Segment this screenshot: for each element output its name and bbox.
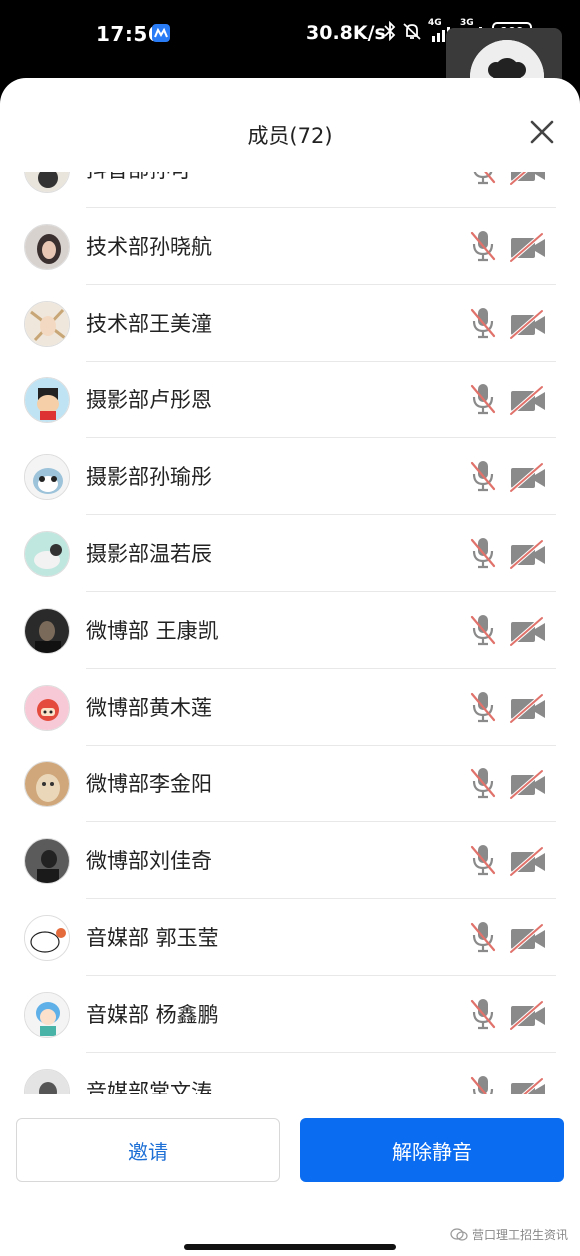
member-name: 微博部刘佳奇 — [86, 849, 212, 874]
member-row[interactable]: 音媒部常文涛 — [0, 1054, 580, 1094]
avatar — [24, 1068, 70, 1094]
camera-off-icon[interactable] — [508, 461, 548, 493]
avatar — [24, 838, 70, 885]
camera-off-icon[interactable] — [508, 384, 548, 416]
mic-muted-icon[interactable] — [468, 172, 498, 186]
invite-button[interactable]: 邀请 — [16, 1118, 280, 1182]
member-name: 微博部黄木莲 — [86, 695, 212, 720]
member-name: 抖音部孙可 — [86, 172, 191, 184]
member-row[interactable]: 摄影部卢彤恩 — [0, 362, 580, 439]
member-row[interactable]: 音媒部 杨鑫鹏 — [0, 977, 580, 1053]
camera-off-icon[interactable] — [508, 308, 548, 340]
meeting-app-icon — [152, 24, 170, 42]
member-name: 技术部王美潼 — [86, 311, 212, 336]
home-indicator[interactable] — [184, 1244, 396, 1250]
member-row[interactable]: 摄影部孙瑜彤 — [0, 439, 580, 516]
mic-muted-icon[interactable] — [468, 536, 498, 570]
avatar — [24, 223, 70, 270]
mic-muted-icon[interactable] — [468, 690, 498, 724]
member-row[interactable]: 音媒部 郭玉莹 — [0, 900, 580, 976]
sheet-title: 成员(72) — [247, 124, 333, 148]
mic-muted-icon[interactable] — [468, 997, 498, 1031]
wechat-icon — [450, 1227, 468, 1241]
watermark: 营口理工招生资讯 — [450, 1226, 568, 1243]
member-name: 微博部李金阳 — [86, 772, 212, 797]
member-row[interactable]: 技术部王美潼 — [0, 286, 580, 362]
network-speed: 30.8K/s — [306, 22, 386, 44]
bottom-bar: 邀请 解除静音 营口理工招生资讯 — [0, 1094, 580, 1256]
mic-muted-icon[interactable] — [468, 306, 498, 340]
member-row[interactable]: 摄影部温若辰 — [0, 516, 580, 592]
avatar — [24, 607, 70, 654]
camera-off-icon[interactable] — [508, 1076, 548, 1094]
avatar — [24, 454, 70, 501]
mic-muted-icon[interactable] — [468, 613, 498, 647]
close-icon — [530, 120, 554, 144]
member-name: 微博部 王康凯 — [86, 618, 219, 643]
member-list[interactable]: 抖音部孙可技术部孙晓航技术部王美潼摄影部卢彤恩摄影部孙瑜彤摄影部温若辰微博部 王… — [0, 172, 580, 1094]
camera-off-icon[interactable] — [508, 615, 548, 647]
avatar — [24, 684, 70, 731]
camera-off-icon[interactable] — [508, 999, 548, 1031]
avatar — [24, 991, 70, 1038]
member-row[interactable]: 微博部李金阳 — [0, 746, 580, 823]
mic-muted-icon[interactable] — [468, 459, 498, 493]
camera-off-icon[interactable] — [508, 768, 548, 800]
member-row[interactable]: 技术部孙晓航 — [0, 209, 580, 285]
mic-muted-icon[interactable] — [468, 382, 498, 416]
member-name: 摄影部卢彤恩 — [86, 388, 212, 413]
mic-muted-icon[interactable] — [468, 920, 498, 954]
member-name: 摄影部温若辰 — [86, 542, 212, 566]
camera-off-icon[interactable] — [508, 231, 548, 263]
member-name: 音媒部 杨鑫鹏 — [86, 1002, 219, 1027]
avatar — [24, 172, 70, 193]
member-name: 音媒部常文涛 — [86, 1079, 212, 1094]
camera-off-icon[interactable] — [508, 538, 548, 570]
camera-off-icon[interactable] — [508, 172, 548, 186]
member-name: 音媒部 郭玉莹 — [86, 926, 219, 950]
watermark-text: 营口理工招生资讯 — [471, 1228, 568, 1242]
members-sheet: 成员(72) 抖音部孙可技术部孙晓航技术部王美潼摄影部卢彤恩摄影部孙瑜彤摄影部温… — [0, 78, 580, 1256]
bluetooth-icon — [384, 21, 396, 41]
member-row[interactable]: 抖音部孙可 — [0, 172, 580, 208]
mic-muted-icon[interactable] — [468, 229, 498, 263]
mic-muted-icon[interactable] — [468, 843, 498, 877]
unmute-button[interactable]: 解除静音 — [300, 1118, 564, 1182]
avatar — [24, 531, 70, 577]
member-name: 技术部孙晓航 — [86, 234, 212, 259]
avatar — [24, 377, 70, 424]
mic-muted-icon[interactable] — [468, 766, 498, 800]
member-row[interactable]: 微博部刘佳奇 — [0, 823, 580, 900]
member-row[interactable]: 微博部黄木莲 — [0, 670, 580, 746]
avatar — [24, 915, 70, 961]
camera-off-icon[interactable] — [508, 692, 548, 724]
camera-off-icon[interactable] — [508, 922, 548, 954]
member-row[interactable]: 微博部 王康凯 — [0, 593, 580, 669]
member-name: 摄影部孙瑜彤 — [86, 465, 212, 490]
close-button[interactable] — [528, 118, 556, 146]
avatar — [24, 761, 70, 808]
mute-bell-icon — [403, 23, 421, 40]
camera-off-icon[interactable] — [508, 845, 548, 877]
mic-muted-icon[interactable] — [468, 1074, 498, 1094]
avatar — [24, 300, 70, 347]
sheet-header: 成员(72) — [0, 78, 580, 186]
